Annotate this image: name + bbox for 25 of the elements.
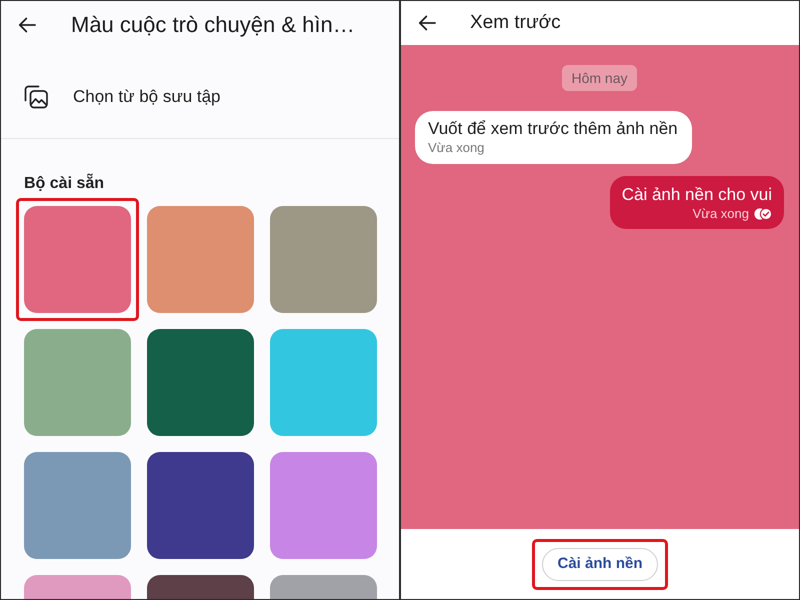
gallery-option[interactable]: Chọn từ bộ sưu tập	[1, 73, 399, 121]
message-time: Vừa xong	[692, 206, 749, 222]
message-text: Vuốt để xem trước thêm ảnh nền	[428, 118, 678, 140]
color-swatch[interactable]	[270, 206, 377, 313]
back-button[interactable]	[418, 15, 436, 31]
screen-title: Màu cuộc trò chuyện & hìn…	[71, 12, 355, 38]
section-heading: Bộ cài sẵn	[24, 174, 106, 194]
gallery-icon	[24, 85, 48, 109]
back-arrow-icon	[18, 17, 36, 33]
back-arrow-icon	[418, 15, 436, 31]
date-chip: Hôm nay	[562, 65, 637, 91]
color-swatch[interactable]	[147, 329, 254, 436]
color-swatch[interactable]	[24, 452, 131, 559]
color-swatch[interactable]	[24, 329, 131, 436]
color-swatch[interactable]	[270, 452, 377, 559]
message-text: Cài ảnh nền cho vui	[622, 184, 772, 206]
color-swatch[interactable]	[147, 206, 254, 313]
back-button[interactable]	[18, 17, 36, 33]
set-wallpaper-button[interactable]: Cài ảnh nền	[542, 548, 658, 580]
double-check-icon	[754, 208, 772, 220]
color-swatch[interactable]	[24, 206, 131, 313]
screen-title: Xem trước	[470, 12, 561, 34]
color-swatch[interactable]	[147, 452, 254, 559]
message-time: Vừa xong	[428, 140, 484, 156]
color-swatch[interactable]	[270, 329, 377, 436]
